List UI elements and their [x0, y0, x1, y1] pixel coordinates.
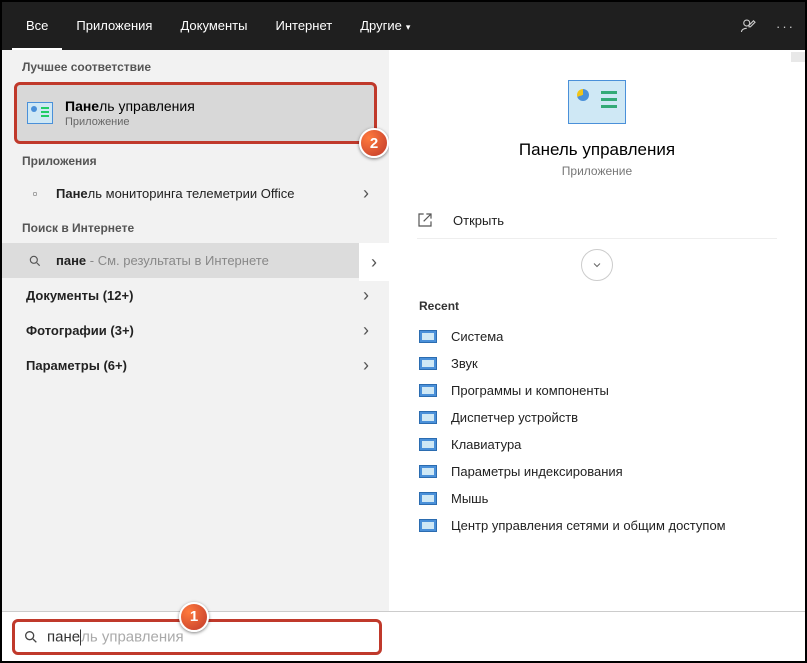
preview-subtitle: Приложение	[409, 164, 785, 178]
preview-panel: Панель управления Приложение Открыть Rec…	[389, 50, 805, 612]
section-best-match: Лучшее соответствие	[2, 50, 389, 82]
cpl-icon	[419, 357, 437, 370]
expand-chevron[interactable]	[581, 249, 613, 281]
best-match-item[interactable]: Панель управления Приложение	[14, 82, 377, 144]
search-box-highlight: панель управления 1	[12, 619, 382, 655]
scrollbar[interactable]	[791, 52, 805, 62]
cpl-icon	[419, 411, 437, 424]
recent-item[interactable]: Звук	[409, 350, 785, 377]
annotation-2: 2	[359, 128, 389, 158]
recent-item[interactable]: Система	[409, 323, 785, 350]
recent-item[interactable]: Программы и компоненты	[409, 377, 785, 404]
top-bar: Все Приложения Документы Интернет Другие…	[2, 2, 805, 50]
app-result-item[interactable]: ▫ Панель мониторинга телеметрии Office	[2, 176, 389, 211]
tab-more[interactable]: Другие▾	[346, 2, 424, 50]
chevron-down-icon: ▾	[406, 22, 411, 32]
results-panel: Лучшее соответствие Панель управления Пр…	[2, 50, 389, 612]
search-icon	[26, 254, 44, 268]
best-match-subtitle: Приложение	[65, 116, 195, 128]
more-icon[interactable]: ···	[776, 19, 795, 34]
recent-item[interactable]: Диспетчер устройств	[409, 404, 785, 431]
category-settings[interactable]: Параметры (6+)	[2, 348, 389, 383]
recent-item[interactable]: Параметры индексирования	[409, 458, 785, 485]
recent-item[interactable]: Мышь	[409, 485, 785, 512]
main-area: Лучшее соответствие Панель управления Пр…	[2, 50, 805, 612]
app-icon: ▫	[26, 186, 44, 201]
preview-header: Панель управления Приложение	[409, 80, 785, 178]
recent-item[interactable]: Центр управления сетями и общим доступом	[409, 512, 785, 539]
tab-all[interactable]: Все	[12, 2, 62, 50]
search-input[interactable]	[47, 628, 371, 645]
control-panel-icon	[27, 102, 53, 124]
top-actions: ···	[740, 17, 795, 35]
tab-apps[interactable]: Приложения	[62, 2, 166, 50]
best-match-title: Панель управления	[65, 98, 195, 114]
cpl-icon	[419, 465, 437, 478]
cpl-icon	[419, 384, 437, 397]
feedback-icon[interactable]	[740, 17, 758, 35]
cpl-icon	[419, 519, 437, 532]
search-tabs: Все Приложения Документы Интернет Другие…	[12, 2, 424, 50]
section-web-search: Поиск в Интернете	[2, 211, 389, 243]
open-icon	[417, 212, 441, 228]
tab-docs[interactable]: Документы	[166, 2, 261, 50]
search-icon	[23, 629, 39, 645]
cpl-icon	[419, 330, 437, 343]
tab-web[interactable]: Интернет	[261, 2, 346, 50]
section-apps: Приложения	[2, 144, 389, 176]
recent-label: Recent	[409, 295, 785, 323]
cpl-icon	[419, 492, 437, 505]
search-bar: панель управления 1	[2, 611, 805, 661]
open-action[interactable]: Открыть	[417, 202, 777, 239]
cpl-icon	[419, 438, 437, 451]
control-panel-icon-large	[568, 80, 626, 124]
category-documents[interactable]: Документы (12+)	[2, 278, 389, 313]
category-photos[interactable]: Фотографии (3+)	[2, 313, 389, 348]
annotation-1: 1	[179, 602, 209, 632]
web-result-item[interactable]: пане - См. результаты в Интернете	[2, 243, 389, 278]
preview-title: Панель управления	[409, 140, 785, 160]
recent-item[interactable]: Клавиатура	[409, 431, 785, 458]
